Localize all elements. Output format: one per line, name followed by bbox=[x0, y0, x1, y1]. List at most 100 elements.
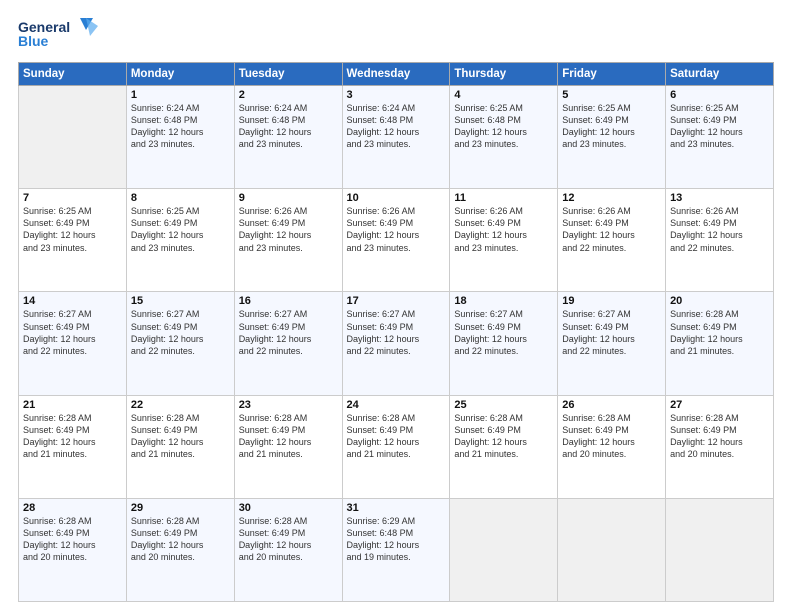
calendar-cell bbox=[558, 498, 666, 601]
day-info: Sunrise: 6:25 AMSunset: 6:49 PMDaylight:… bbox=[562, 102, 661, 151]
day-info: Sunrise: 6:24 AMSunset: 6:48 PMDaylight:… bbox=[347, 102, 446, 151]
day-number: 16 bbox=[239, 295, 338, 307]
day-number: 22 bbox=[131, 399, 230, 411]
day-info: Sunrise: 6:26 AMSunset: 6:49 PMDaylight:… bbox=[239, 205, 338, 254]
calendar-cell: 30Sunrise: 6:28 AMSunset: 6:49 PMDayligh… bbox=[234, 498, 342, 601]
day-info: Sunrise: 6:26 AMSunset: 6:49 PMDaylight:… bbox=[454, 205, 553, 254]
day-number: 31 bbox=[347, 502, 446, 514]
calendar-cell: 16Sunrise: 6:27 AMSunset: 6:49 PMDayligh… bbox=[234, 292, 342, 395]
week-row-4: 21 Sunrise: 6:28 AMSunset: 6:49 PMDayligh… bbox=[19, 395, 774, 498]
day-info: Sunrise: 6:26 AMSunset: 6:49 PMDaylight:… bbox=[347, 205, 446, 254]
day-number: 28 bbox=[23, 502, 122, 514]
calendar-cell: 12Sunrise: 6:26 AMSunset: 6:49 PMDayligh… bbox=[558, 189, 666, 292]
calendar-cell: 2Sunrise: 6:24 AMSunset: 6:48 PMDaylight… bbox=[234, 86, 342, 189]
calendar-cell: 5Sunrise: 6:25 AMSunset: 6:49 PMDaylight… bbox=[558, 86, 666, 189]
day-number: 5 bbox=[562, 89, 661, 101]
calendar-cell bbox=[666, 498, 774, 601]
day-info: Sunrise: 6:28 AMSunset: 6:49 PMDaylight:… bbox=[454, 412, 553, 461]
calendar-cell: 13Sunrise: 6:26 AMSunset: 6:49 PMDayligh… bbox=[666, 189, 774, 292]
day-info: Sunrise: 6:28 AMSunset: 6:49 PMDaylight:… bbox=[347, 412, 446, 461]
day-number: 1 bbox=[131, 89, 230, 101]
day-number: 12 bbox=[562, 192, 661, 204]
calendar-cell: 9Sunrise: 6:26 AMSunset: 6:49 PMDaylight… bbox=[234, 189, 342, 292]
day-number: 15 bbox=[131, 295, 230, 307]
day-number: 23 bbox=[239, 399, 338, 411]
week-row-2: 7Sunrise: 6:25 AMSunset: 6:49 PMDaylight… bbox=[19, 189, 774, 292]
week-row-1: 1Sunrise: 6:24 AMSunset: 6:48 PMDaylight… bbox=[19, 86, 774, 189]
calendar-cell: 3Sunrise: 6:24 AMSunset: 6:48 PMDaylight… bbox=[342, 86, 450, 189]
calendar-table: Sunday Monday Tuesday Wednesday Thursday… bbox=[18, 62, 774, 602]
day-number: 19 bbox=[562, 295, 661, 307]
calendar-cell: 26Sunrise: 6:28 AMSunset: 6:49 PMDayligh… bbox=[558, 395, 666, 498]
calendar-cell: 10Sunrise: 6:26 AMSunset: 6:49 PMDayligh… bbox=[342, 189, 450, 292]
day-number: 21 bbox=[23, 399, 122, 411]
calendar-cell: 17Sunrise: 6:27 AMSunset: 6:49 PMDayligh… bbox=[342, 292, 450, 395]
col-wednesday: Wednesday bbox=[342, 63, 450, 86]
calendar-cell: 18Sunrise: 6:27 AMSunset: 6:49 PMDayligh… bbox=[450, 292, 558, 395]
day-number: 14 bbox=[23, 295, 122, 307]
logo-svg: General Blue bbox=[18, 16, 98, 54]
col-tuesday: Tuesday bbox=[234, 63, 342, 86]
calendar-cell: 15Sunrise: 6:27 AMSunset: 6:49 PMDayligh… bbox=[126, 292, 234, 395]
calendar-cell: 22Sunrise: 6:28 AMSunset: 6:49 PMDayligh… bbox=[126, 395, 234, 498]
day-number: 20 bbox=[670, 295, 769, 307]
day-info: Sunrise: 6:26 AMSunset: 6:49 PMDaylight:… bbox=[670, 205, 769, 254]
day-number: 3 bbox=[347, 89, 446, 101]
day-number: 13 bbox=[670, 192, 769, 204]
col-saturday: Saturday bbox=[666, 63, 774, 86]
day-info: Sunrise: 6:29 AMSunset: 6:48 PMDaylight:… bbox=[347, 515, 446, 564]
day-number: 18 bbox=[454, 295, 553, 307]
day-info: Sunrise: 6:27 AMSunset: 6:49 PMDaylight:… bbox=[131, 308, 230, 357]
day-info: Sunrise: 6:27 AMSunset: 6:49 PMDaylight:… bbox=[562, 308, 661, 357]
calendar-header-row: Sunday Monday Tuesday Wednesday Thursday… bbox=[19, 63, 774, 86]
day-info: Sunrise: 6:28 AMSunset: 6:49 PMDaylight:… bbox=[131, 412, 230, 461]
day-number: 11 bbox=[454, 192, 553, 204]
calendar-cell: 8Sunrise: 6:25 AMSunset: 6:49 PMDaylight… bbox=[126, 189, 234, 292]
day-info: Sunrise: 6:25 AMSunset: 6:49 PMDaylight:… bbox=[23, 205, 122, 254]
calendar-cell: 29Sunrise: 6:28 AMSunset: 6:49 PMDayligh… bbox=[126, 498, 234, 601]
day-info: Sunrise: 6:25 AMSunset: 6:49 PMDaylight:… bbox=[670, 102, 769, 151]
day-info: Sunrise: 6:24 AMSunset: 6:48 PMDaylight:… bbox=[239, 102, 338, 151]
logo: General Blue bbox=[18, 16, 98, 54]
calendar-cell: 21Sunrise: 6:28 AMSunset: 6:49 PMDayligh… bbox=[19, 395, 127, 498]
calendar-cell: 24Sunrise: 6:28 AMSunset: 6:49 PMDayligh… bbox=[342, 395, 450, 498]
calendar-cell: 14Sunrise: 6:27 AMSunset: 6:49 PMDayligh… bbox=[19, 292, 127, 395]
day-info: Sunrise: 6:28 AMSunset: 6:49 PMDaylight:… bbox=[670, 308, 769, 357]
calendar-cell: 23Sunrise: 6:28 AMSunset: 6:49 PMDayligh… bbox=[234, 395, 342, 498]
day-info: Sunrise: 6:27 AMSunset: 6:49 PMDaylight:… bbox=[23, 308, 122, 357]
day-info: Sunrise: 6:26 AMSunset: 6:49 PMDaylight:… bbox=[562, 205, 661, 254]
col-sunday: Sunday bbox=[19, 63, 127, 86]
calendar-cell: 31Sunrise: 6:29 AMSunset: 6:48 PMDayligh… bbox=[342, 498, 450, 601]
calendar-cell: 7Sunrise: 6:25 AMSunset: 6:49 PMDaylight… bbox=[19, 189, 127, 292]
calendar-cell bbox=[450, 498, 558, 601]
day-info: Sunrise: 6:28 AMSunset: 6:49 PMDaylight:… bbox=[239, 515, 338, 564]
col-thursday: Thursday bbox=[450, 63, 558, 86]
page-header: General Blue bbox=[18, 16, 774, 54]
calendar-cell: 4Sunrise: 6:25 AMSunset: 6:48 PMDaylight… bbox=[450, 86, 558, 189]
col-monday: Monday bbox=[126, 63, 234, 86]
day-number: 2 bbox=[239, 89, 338, 101]
day-info: Sunrise: 6:27 AMSunset: 6:49 PMDaylight:… bbox=[239, 308, 338, 357]
day-number: 4 bbox=[454, 89, 553, 101]
day-info: Sunrise: 6:25 AMSunset: 6:48 PMDaylight:… bbox=[454, 102, 553, 151]
day-info: Sunrise: 6:25 AMSunset: 6:49 PMDaylight:… bbox=[131, 205, 230, 254]
calendar-cell: 6Sunrise: 6:25 AMSunset: 6:49 PMDaylight… bbox=[666, 86, 774, 189]
day-number: 9 bbox=[239, 192, 338, 204]
calendar-cell: 11Sunrise: 6:26 AMSunset: 6:49 PMDayligh… bbox=[450, 189, 558, 292]
week-row-5: 28 Sunrise: 6:28 AMSunset: 6:49 PMDayligh… bbox=[19, 498, 774, 601]
day-info: Sunrise: 6:27 AMSunset: 6:49 PMDaylight:… bbox=[347, 308, 446, 357]
day-info: Sunrise: 6:28 AMSunset: 6:49 PMDaylight:… bbox=[562, 412, 661, 461]
calendar-cell: 19Sunrise: 6:27 AMSunset: 6:49 PMDayligh… bbox=[558, 292, 666, 395]
calendar-cell: 28Sunrise: 6:28 AMSunset: 6:49 PMDayligh… bbox=[19, 498, 127, 601]
calendar-cell: 1Sunrise: 6:24 AMSunset: 6:48 PMDaylight… bbox=[126, 86, 234, 189]
day-number: 24 bbox=[347, 399, 446, 411]
day-number: 8 bbox=[131, 192, 230, 204]
calendar-cell: 25Sunrise: 6:28 AMSunset: 6:49 PMDayligh… bbox=[450, 395, 558, 498]
day-number: 17 bbox=[347, 295, 446, 307]
day-number: 25 bbox=[454, 399, 553, 411]
day-info: Sunrise: 6:24 AMSunset: 6:48 PMDaylight:… bbox=[131, 102, 230, 151]
day-number: 10 bbox=[347, 192, 446, 204]
day-number: 6 bbox=[670, 89, 769, 101]
day-info: Sunrise: 6:28 AMSunset: 6:49 PMDaylight:… bbox=[670, 412, 769, 461]
day-number: 26 bbox=[562, 399, 661, 411]
